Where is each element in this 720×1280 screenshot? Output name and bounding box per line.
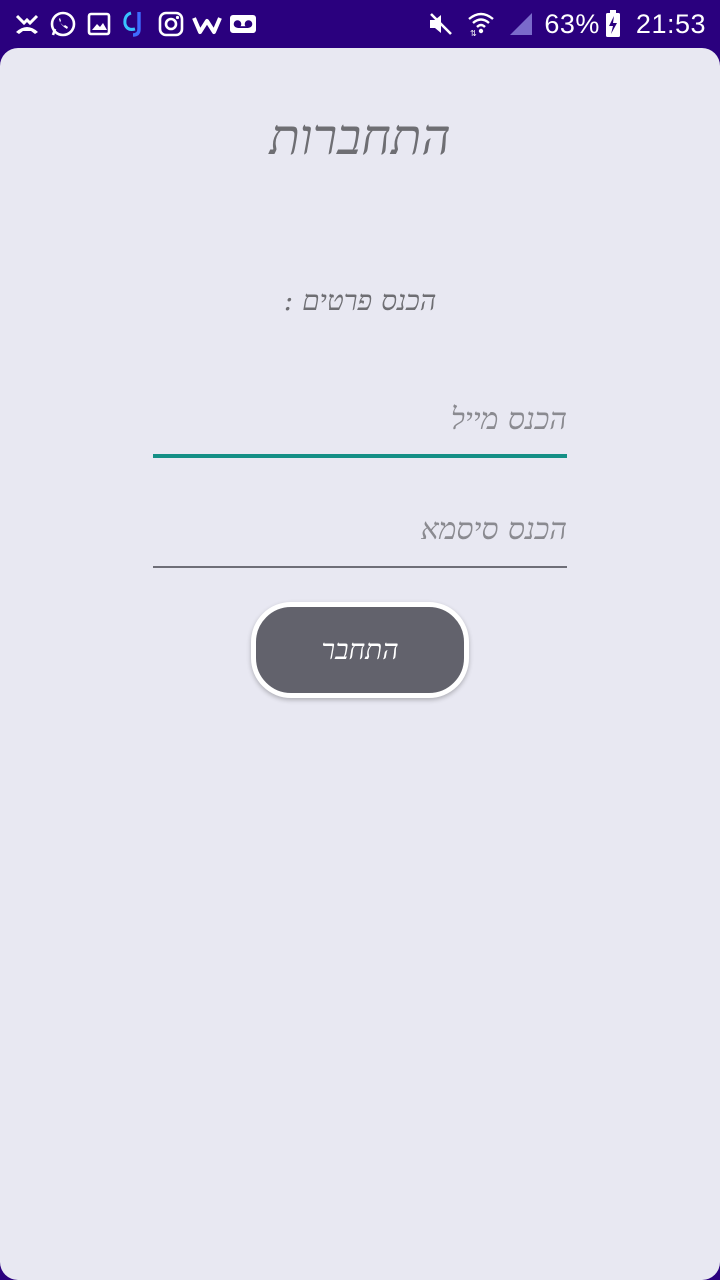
login-button[interactable]: התחבר [251,602,469,698]
app-notification-icon [120,9,150,39]
clock: 21:53 [635,8,706,39]
gallery-icon [84,9,114,39]
battery-charging-icon [604,9,622,39]
mute-icon [426,9,456,39]
login-button-label: התחבר [321,633,399,666]
email-field[interactable] [153,388,567,458]
login-card: התחברות הכנס פרטים : התחבר [0,48,720,1280]
missed-call-icon [12,9,42,39]
w-app-icon [192,9,222,39]
status-bar-notifications [12,9,264,39]
email-underline [153,454,567,458]
wifi-icon: ⇅ [466,9,496,39]
details-prompt: הכנס פרטים : [283,284,437,317]
password-field[interactable] [153,498,567,568]
email-input[interactable] [153,388,567,458]
whatsapp-icon [48,9,78,39]
password-input[interactable] [153,498,567,568]
signal-icon [506,9,536,39]
status-bar: ⇅ 63% 21:53 [0,0,720,48]
status-bar-system: ⇅ 63% 21:53 [420,9,706,40]
svg-text:⇅: ⇅ [470,29,477,37]
instagram-icon [156,9,186,39]
battery-percent: 63% [544,8,600,39]
password-underline [153,566,567,568]
voicemail-icon [228,9,258,39]
page-title: התחברות [269,108,451,166]
